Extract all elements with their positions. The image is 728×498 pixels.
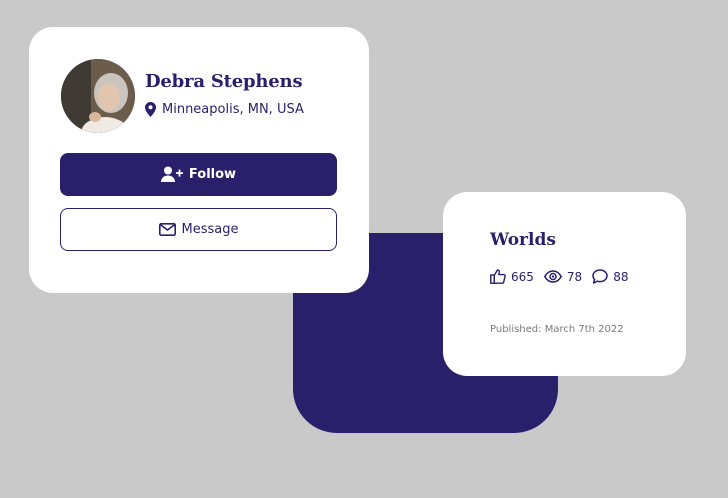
follow-button[interactable]: Follow: [60, 153, 337, 196]
avatar: [61, 59, 135, 133]
message-button[interactable]: Message: [60, 208, 337, 251]
user-plus-icon: [160, 166, 183, 183]
post-stats: 665 78 88: [490, 269, 628, 284]
profile-name: Debra Stephens: [145, 71, 303, 92]
likes-count: 665: [511, 269, 534, 284]
location: Minneapolis, MN, USA: [145, 102, 304, 117]
envelope-icon: [158, 223, 176, 236]
follow-label: Follow: [188, 167, 237, 182]
thumbs-up-icon: [490, 269, 506, 284]
speech-bubble-icon: [592, 269, 608, 284]
published-date: Published: March 7th 2022: [490, 324, 624, 335]
message-label: Message: [181, 222, 239, 237]
eye-icon: [543, 270, 562, 283]
likes-stat[interactable]: 665: [490, 269, 534, 284]
post-card: Worlds 665 78 88 Published: March 7th 20…: [443, 192, 686, 376]
post-title: Worlds: [490, 230, 556, 250]
comments-stat[interactable]: 88: [592, 269, 628, 284]
views-count: 78: [566, 269, 583, 284]
profile-card: Debra Stephens Minneapolis, MN, USA Foll…: [29, 27, 369, 293]
views-stat[interactable]: 78: [543, 269, 583, 284]
map-pin-icon: [145, 102, 156, 117]
location-text: Minneapolis, MN, USA: [162, 102, 304, 117]
comments-count: 88: [613, 269, 629, 284]
